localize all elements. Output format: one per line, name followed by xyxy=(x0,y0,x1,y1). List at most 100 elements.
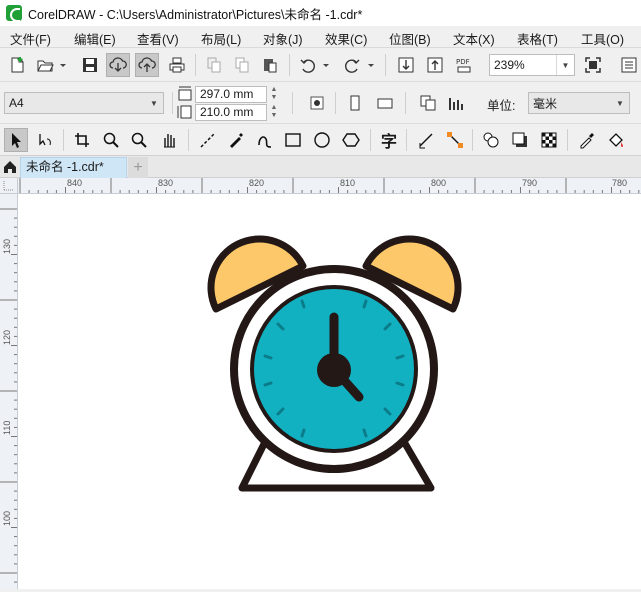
paste-icon[interactable] xyxy=(258,53,282,77)
eyedropper-tool-icon[interactable] xyxy=(575,128,599,152)
chevron-down-icon[interactable]: ▼ xyxy=(611,93,629,113)
menu-table[interactable]: 表格(T) xyxy=(517,29,558,48)
drop-shadow-tool-icon[interactable] xyxy=(508,128,532,152)
menu-layout[interactable]: 布局(L) xyxy=(201,29,241,48)
title-bar: CorelDRAW - C:\Users\Administrator\Pictu… xyxy=(0,0,641,26)
units-select[interactable]: 毫米 ▼ xyxy=(528,92,630,114)
undo-dropdown-icon[interactable] xyxy=(319,53,333,77)
open-folder-icon[interactable] xyxy=(33,53,57,77)
full-screen-icon[interactable] xyxy=(581,53,605,77)
zoom-level-value: 239% xyxy=(494,58,525,72)
page-size-value: A4 xyxy=(9,96,24,110)
import-icon[interactable] xyxy=(394,53,418,77)
menu-object[interactable]: 对象(J) xyxy=(263,29,303,48)
ruler-label: 780 xyxy=(612,178,628,188)
menu-view[interactable]: 查看(V) xyxy=(137,29,179,48)
blend-tool-icon[interactable] xyxy=(479,128,503,152)
menu-effects[interactable]: 效果(C) xyxy=(325,29,367,48)
landscape-icon[interactable] xyxy=(373,91,397,115)
menu-bar: 文件(F) 编辑(E) 查看(V) 布局(L) 对象(J) 效果(C) 位图(B… xyxy=(0,26,641,48)
menu-text[interactable]: 文本(X) xyxy=(453,29,495,48)
ruler-origin[interactable] xyxy=(0,178,18,194)
ruler-label: 840 xyxy=(67,178,83,188)
portrait-icon[interactable] xyxy=(343,91,367,115)
pan-tool-icon[interactable] xyxy=(157,128,181,152)
copy-icon[interactable] xyxy=(230,53,254,77)
ruler-label: 130 xyxy=(2,238,12,254)
separator xyxy=(195,54,196,76)
artistic-media-tool-icon[interactable] xyxy=(224,128,248,152)
separator xyxy=(63,129,64,151)
home-icon[interactable] xyxy=(0,156,20,178)
transparency-tool-icon[interactable] xyxy=(537,128,561,152)
alarm-clock-drawing[interactable] xyxy=(18,194,641,589)
toolbox: 字 xyxy=(0,124,641,156)
page-height-icon xyxy=(176,103,194,121)
chevron-down-icon[interactable]: ▼ xyxy=(556,55,574,75)
page-size-select[interactable]: A4 ▼ xyxy=(4,92,164,114)
separator xyxy=(289,54,290,76)
ruler-label: 830 xyxy=(158,178,174,188)
new-document-icon[interactable] xyxy=(5,53,29,77)
freehand-tool-icon[interactable] xyxy=(196,128,220,152)
parallel-dimension-tool-icon[interactable] xyxy=(414,128,438,152)
cloud-upload-icon[interactable] xyxy=(135,53,159,77)
redo-icon[interactable] xyxy=(340,53,364,77)
cut-icon[interactable] xyxy=(202,53,226,77)
horizontal-ruler-ticks xyxy=(19,178,640,193)
polygon-tool-icon[interactable] xyxy=(339,128,363,152)
current-page-icon[interactable] xyxy=(444,91,468,115)
menu-bitmaps[interactable]: 位图(B) xyxy=(389,29,431,48)
connector-tool-icon[interactable] xyxy=(443,128,467,152)
ruler-label: 810 xyxy=(340,178,356,188)
units-label: 单位: xyxy=(487,99,516,113)
horizontal-ruler[interactable]: 840 830 820 810 800 790 780 xyxy=(18,178,641,194)
width-spinner[interactable]: ▲ ▼ xyxy=(268,86,280,103)
zoom-out-tool-icon[interactable] xyxy=(127,128,151,152)
page-height-input[interactable]: 210.0 mm xyxy=(195,104,267,121)
print-icon[interactable] xyxy=(165,53,189,77)
crop-tool-icon[interactable] xyxy=(70,128,94,152)
center-hub xyxy=(317,353,351,387)
document-tab-bar: 未命名 -1.cdr* + xyxy=(0,156,641,178)
undo-icon[interactable] xyxy=(296,53,320,77)
save-icon[interactable] xyxy=(78,53,102,77)
separator xyxy=(172,92,173,114)
ruler-label: 790 xyxy=(522,178,538,188)
interactive-fill-tool-icon[interactable] xyxy=(604,128,628,152)
zoom-level-combo[interactable]: 239% ▼ xyxy=(489,54,575,76)
chevron-down-icon[interactable]: ▼ xyxy=(145,93,163,113)
drawing-canvas[interactable] xyxy=(18,194,641,589)
menu-file[interactable]: 文件(F) xyxy=(10,29,51,48)
application-launcher-icon[interactable] xyxy=(617,53,641,77)
property-bar: A4 ▼ 297.0 mm ▲ ▼ 210.0 mm ▲ ▼ 单位: 毫米 ▼ xyxy=(0,82,641,124)
svg-text:PDF: PDF xyxy=(456,58,470,66)
vertical-ruler[interactable]: 130 120 110 100 xyxy=(0,194,18,589)
text-tool-icon[interactable]: 字 xyxy=(377,128,401,152)
menu-edit[interactable]: 编辑(E) xyxy=(74,29,116,48)
ruler-label: 120 xyxy=(2,329,12,345)
coreldraw-logo-icon xyxy=(6,5,22,22)
rectangle-tool-icon[interactable] xyxy=(281,128,305,152)
separator xyxy=(405,92,406,114)
add-tab-button[interactable]: + xyxy=(128,157,148,178)
pick-tool-icon[interactable] xyxy=(4,128,28,152)
separator xyxy=(188,129,189,151)
open-dropdown-icon[interactable] xyxy=(56,53,70,77)
zoom-tool-icon[interactable] xyxy=(99,128,123,152)
separator xyxy=(567,129,568,151)
units-value: 毫米 xyxy=(533,96,558,111)
ellipse-tool-icon[interactable] xyxy=(310,128,334,152)
menu-tools[interactable]: 工具(O) xyxy=(581,29,624,48)
redo-dropdown-icon[interactable] xyxy=(364,53,378,77)
export-icon[interactable] xyxy=(423,53,447,77)
all-pages-icon[interactable] xyxy=(416,91,440,115)
options-icon[interactable] xyxy=(305,91,329,115)
cloud-download-icon[interactable] xyxy=(106,53,130,77)
pen-tool-icon[interactable] xyxy=(253,128,277,152)
shape-tool-icon[interactable] xyxy=(33,128,57,152)
tab-document[interactable]: 未命名 -1.cdr* xyxy=(20,157,127,178)
publish-pdf-icon[interactable]: PDF xyxy=(452,53,476,77)
page-width-input[interactable]: 297.0 mm xyxy=(195,86,267,103)
height-spinner[interactable]: ▲ ▼ xyxy=(268,104,280,121)
